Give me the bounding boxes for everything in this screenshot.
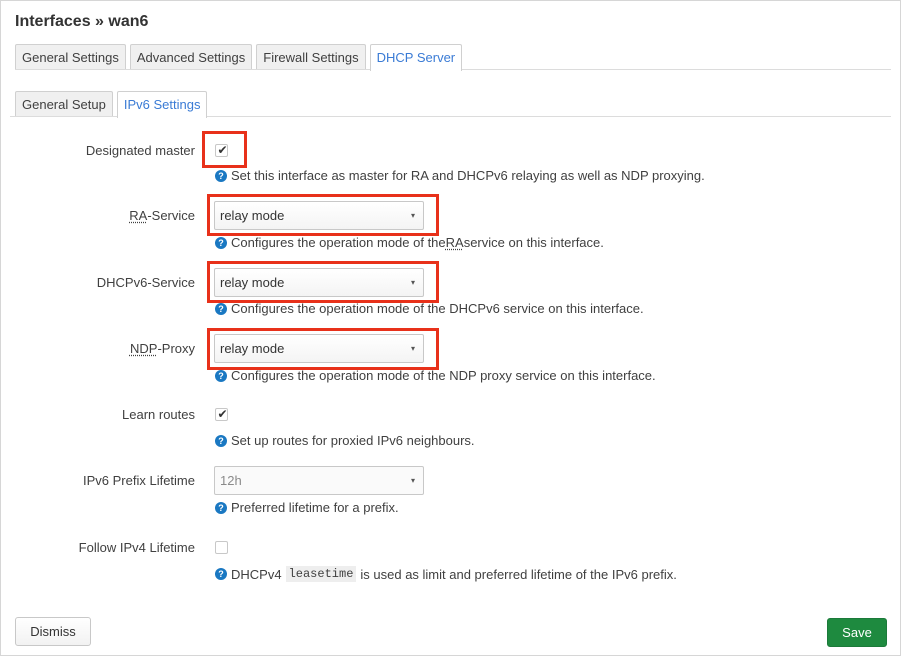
learn-routes-help-text: Set up routes for proxied IPv6 neighbour…: [231, 433, 475, 448]
prefix-lifetime-help-text: Preferred lifetime for a prefix.: [231, 500, 399, 515]
tab-firewall-settings[interactable]: Firewall Settings: [256, 44, 366, 69]
help-circle-icon: ?: [215, 169, 227, 182]
tab-dhcp-server[interactable]: DHCP Server: [369, 44, 463, 71]
help-circle-icon: ?: [215, 369, 227, 382]
designated-master-help: ? Set this interface as master for RA an…: [215, 168, 705, 183]
ra-service-help-pre: Configures the operation mode of the: [231, 235, 446, 250]
dhcpv6-service-help-text: Configures the operation mode of the DHC…: [231, 301, 644, 316]
primary-tabs: General Settings Advanced Settings Firew…: [15, 44, 463, 71]
follow-ipv4-help-pre: DHCPv4: [231, 566, 282, 582]
dhcpv6-service-help: ? Configures the operation mode of the D…: [215, 301, 644, 316]
prefix-lifetime-select[interactable]: 12h ▾: [214, 466, 424, 495]
dhcpv6-service-select[interactable]: relay mode ▾: [214, 268, 424, 297]
ra-service-label-rest: -Service: [147, 208, 195, 223]
ndp-proxy-label-rest: -Proxy: [157, 341, 195, 356]
prefix-lifetime-value: 12h: [220, 473, 242, 488]
ndp-proxy-help-text: Configures the operation mode of the NDP…: [231, 368, 656, 383]
learn-routes-help: ? Set up routes for proxied IPv6 neighbo…: [215, 433, 475, 448]
tab-ipv6-settings[interactable]: IPv6 Settings: [116, 91, 208, 118]
designated-master-checkbox[interactable]: ✔: [215, 143, 228, 157]
learn-routes-label: Learn routes: [122, 407, 195, 422]
caret-down-icon: ▾: [410, 344, 415, 353]
help-circle-icon: ?: [215, 302, 227, 315]
ra-service-help-post: service on this interface.: [463, 235, 604, 250]
secondary-tabs: General Setup IPv6 Settings: [15, 91, 208, 118]
ndp-proxy-help: ? Configures the operation mode of the N…: [215, 368, 656, 383]
tab-advanced-settings[interactable]: Advanced Settings: [129, 44, 253, 69]
caret-down-icon: ▾: [410, 476, 415, 485]
prefix-lifetime-label: IPv6 Prefix Lifetime: [83, 473, 195, 488]
ndp-proxy-label: NDP-Proxy: [130, 341, 195, 356]
dismiss-button[interactable]: Dismiss: [15, 617, 91, 646]
follow-ipv4-label: Follow IPv4 Lifetime: [78, 540, 195, 555]
designated-master-help-text: Set this interface as master for RA and …: [231, 168, 705, 183]
follow-ipv4-checkbox[interactable]: [215, 541, 228, 554]
leasetime-code: leasetime: [285, 566, 357, 582]
follow-ipv4-help: ? DHCPv4 leasetime is used as limit and …: [215, 566, 677, 582]
caret-down-icon: ▾: [410, 211, 415, 220]
help-circle-icon: ?: [215, 501, 227, 514]
ra-service-value: relay mode: [220, 208, 285, 223]
ra-abbr: RA: [129, 208, 148, 223]
help-circle-icon: ?: [215, 236, 227, 249]
save-button[interactable]: Save: [827, 618, 887, 647]
tab-general-setup[interactable]: General Setup: [15, 91, 113, 116]
ndp-proxy-value: relay mode: [220, 341, 285, 356]
checkmark-icon: ✔: [217, 143, 228, 157]
dhcpv6-service-label: DHCPv6-Service: [96, 275, 195, 290]
caret-down-icon: ▾: [410, 278, 415, 287]
tab-general-settings[interactable]: General Settings: [15, 44, 126, 69]
help-circle-icon: ?: [215, 434, 227, 447]
ra-help-abbr: RA: [445, 235, 464, 250]
follow-ipv4-help-post: is used as limit and preferred lifetime …: [360, 566, 677, 582]
learn-routes-checkbox[interactable]: ✔: [215, 407, 228, 421]
dhcpv6-service-value: relay mode: [220, 275, 285, 290]
ra-service-help: ? Configures the operation mode of the R…: [215, 235, 604, 250]
ndp-abbr: NDP: [129, 341, 158, 356]
page-title: Interfaces » wan6: [15, 13, 149, 30]
ndp-proxy-select[interactable]: relay mode ▾: [214, 334, 424, 363]
ra-service-select[interactable]: relay mode ▾: [214, 201, 424, 230]
help-circle-icon: ?: [215, 568, 227, 580]
checkmark-icon: ✔: [217, 407, 228, 421]
prefix-lifetime-help: ? Preferred lifetime for a prefix.: [215, 500, 399, 515]
ra-service-label: RA-Service: [129, 208, 195, 223]
designated-master-label: Designated master: [85, 143, 195, 158]
